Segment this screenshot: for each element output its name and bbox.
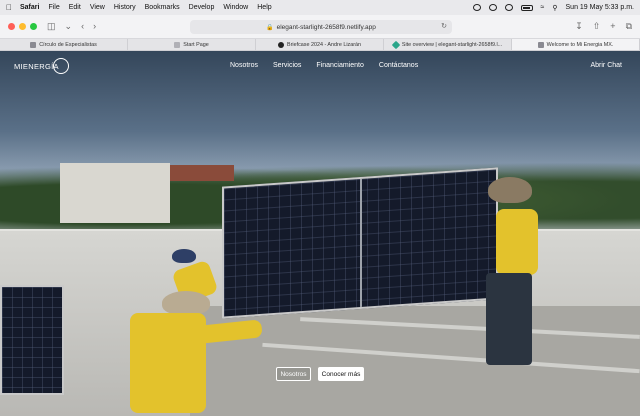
menu-file[interactable]: File xyxy=(48,4,59,11)
conocer-mas-button[interactable]: Conocer más xyxy=(318,367,364,381)
hat xyxy=(162,291,210,315)
page-viewport: MIENERGÍA Nosotros Servicios Financiamie… xyxy=(0,51,640,416)
tab-label: Start Page xyxy=(183,41,209,48)
browser-toolbar: ◫ ⌄ ‹ › 🔒 elegant-starlight-2658f9.netli… xyxy=(0,15,640,39)
cap xyxy=(172,249,196,263)
battery-icon[interactable] xyxy=(520,4,533,11)
background-roof xyxy=(170,165,234,181)
menu-bookmarks[interactable]: Bookmarks xyxy=(145,4,180,11)
tab-briefcase[interactable]: Briefcase 2024 - Andre Lizarán xyxy=(256,39,384,50)
wifi-icon[interactable]: ≈ xyxy=(541,4,545,11)
tab-site-overview[interactable]: Site overview | elegant-starlight-2658f9… xyxy=(384,39,512,50)
status-area: ≈ ⚲ Sun 19 May 5:33 p.m. xyxy=(472,4,634,12)
menu-view[interactable]: View xyxy=(90,4,105,11)
menu-edit[interactable]: Edit xyxy=(69,4,81,11)
logo-ring-icon xyxy=(52,58,69,74)
site-nav: MIENERGÍA Nosotros Servicios Financiamie… xyxy=(0,51,640,81)
window-controls xyxy=(8,23,37,30)
solar-panel-main xyxy=(222,167,498,319)
tab-label: Briefcase 2024 - Andre Lizarán xyxy=(286,41,361,48)
star-icon xyxy=(174,41,181,48)
open-chat-link[interactable]: Abrir Chat xyxy=(590,62,622,69)
address-bar[interactable]: 🔒 elegant-starlight-2658f9.netlify.app ↻ xyxy=(190,20,452,34)
zoom-button[interactable] xyxy=(30,23,37,30)
forward-icon[interactable]: › xyxy=(93,22,96,31)
favicon-icon xyxy=(30,41,37,48)
back-icon[interactable]: ‹ xyxy=(81,22,84,31)
download-icon[interactable]: ↧ xyxy=(575,21,583,32)
tab-start-page[interactable]: Start Page xyxy=(128,39,256,50)
url-text: elegant-starlight-2658f9.netlify.app xyxy=(276,23,376,31)
nav-nosotros[interactable]: Nosotros xyxy=(230,62,258,69)
tab-bar: Círculo de Especialistas Start Page Brie… xyxy=(0,39,640,51)
minimize-button[interactable] xyxy=(19,23,26,30)
menu-help[interactable]: Help xyxy=(257,4,271,11)
favicon-icon xyxy=(277,41,284,48)
tab-mi-energia[interactable]: Welcome to Mi Energia MX. xyxy=(512,39,640,50)
share-icon[interactable]: ⇧ xyxy=(593,21,601,32)
apple-icon[interactable]:  xyxy=(6,3,12,12)
close-button[interactable] xyxy=(8,23,15,30)
nav-contactanos[interactable]: Contáctanos xyxy=(379,62,418,69)
site-logo[interactable]: MIENERGÍA xyxy=(14,58,69,74)
search-icon[interactable]: ⚲ xyxy=(552,4,557,12)
background-building xyxy=(60,163,170,223)
shirt xyxy=(496,209,538,275)
nosotros-button[interactable]: Nosotros xyxy=(276,367,311,381)
nav-links: Nosotros Servicios Financiamiento Contác… xyxy=(230,62,418,69)
clock-text[interactable]: Sun 19 May 5:33 p.m. xyxy=(566,4,634,11)
tab-label: Site overview | elegant-starlight-2658f9… xyxy=(401,41,503,48)
toolbar-actions: ↧ ⇧ + ⧉ xyxy=(575,21,632,32)
record-icon[interactable] xyxy=(472,4,481,11)
pants xyxy=(486,273,532,365)
menu-history[interactable]: History xyxy=(114,4,136,11)
menu-window[interactable]: Window xyxy=(223,4,248,11)
nav-servicios[interactable]: Servicios xyxy=(273,62,301,69)
tab-label: Círculo de Especialistas xyxy=(39,41,97,48)
tab-label: Welcome to Mi Energia MX. xyxy=(546,41,614,48)
chevron-down-icon[interactable]: ⌄ xyxy=(65,22,73,31)
favicon-icon xyxy=(537,41,544,48)
lock-icon: 🔒 xyxy=(266,24,274,31)
menu-develop[interactable]: Develop xyxy=(189,4,215,11)
menu-bar:  Safari File Edit View History Bookmark… xyxy=(0,0,640,15)
solar-panel-left xyxy=(0,285,64,395)
reload-icon[interactable]: ↻ xyxy=(441,22,447,30)
user-icon[interactable] xyxy=(504,4,513,11)
sidebar-icon[interactable]: ◫ xyxy=(47,22,56,31)
nav-financiamiento[interactable]: Financiamiento xyxy=(316,62,363,69)
tab-circulo[interactable]: Círculo de Especialistas xyxy=(0,39,128,50)
menu-app-name[interactable]: Safari xyxy=(20,4,39,11)
tab-overview-icon[interactable]: ⧉ xyxy=(626,21,632,32)
netlify-icon xyxy=(391,40,401,49)
hat xyxy=(488,177,532,203)
new-tab-icon[interactable]: + xyxy=(610,21,615,32)
play-icon[interactable] xyxy=(488,4,497,11)
